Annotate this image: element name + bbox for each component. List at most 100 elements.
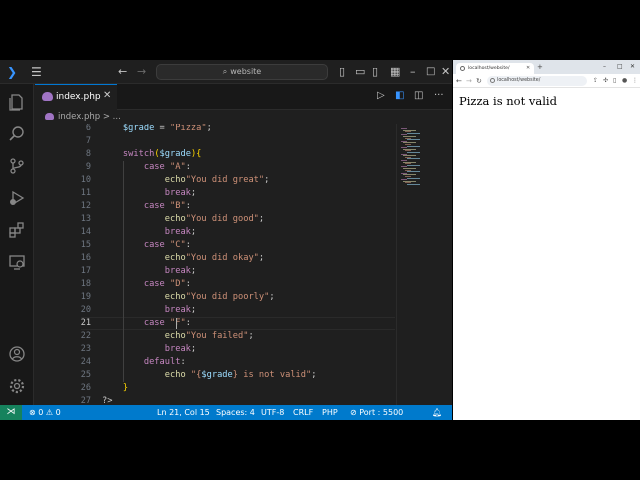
code-line: ?> — [102, 395, 112, 405]
code-line: echo"You did great"; — [102, 174, 270, 187]
minimap[interactable] — [396, 124, 452, 405]
maximize-icon[interactable]: □ — [426, 65, 435, 79]
toggle-secondary-sidebar-icon[interactable]: ▯ — [372, 65, 378, 79]
line-number: 14 — [80, 227, 91, 237]
code-token: : — [185, 279, 191, 289]
indentation[interactable]: Spaces: 4 — [216, 405, 255, 420]
code-line: $grade = "Pizza"; — [102, 124, 212, 135]
minimap-line — [407, 152, 420, 153]
forward-icon[interactable]: → — [466, 76, 472, 86]
code-token: { — [196, 149, 202, 159]
close-icon[interactable]: ✕ — [630, 62, 635, 71]
minimap-line — [407, 145, 420, 147]
code-line: break; — [102, 265, 196, 278]
address-url: localhost/website/ — [497, 78, 541, 83]
cursor-position[interactable]: Ln 21, Col 15 — [157, 405, 210, 420]
code-token: "A" — [170, 162, 186, 172]
code-token: : — [180, 357, 186, 367]
line-number: 15 — [80, 240, 91, 250]
browser-toolbar: ← → ↻ localhost/website/ ⇪ ✣ ▯ ● ⋮ — [453, 74, 640, 88]
toggle-panel-icon[interactable]: ▭ — [355, 65, 365, 79]
code-token: ; — [258, 253, 265, 263]
code-token: echo — [102, 292, 186, 302]
breadcrumb-file[interactable]: index.php > ... — [58, 111, 121, 123]
code-token: default — [102, 357, 181, 367]
minimize-icon[interactable]: – — [603, 62, 606, 71]
line-number: 16 — [80, 253, 91, 263]
account-icon[interactable] — [7, 344, 27, 364]
command-center-search[interactable]: ⌕ website — [156, 64, 328, 80]
minimap-line — [407, 139, 420, 141]
forward-arrow-icon[interactable]: → — [137, 65, 146, 79]
code-token: switch — [102, 149, 155, 159]
code-token: echo — [102, 253, 186, 263]
back-icon[interactable]: ← — [456, 76, 462, 86]
browser-page: Pizza is not valid — [453, 89, 640, 420]
code-line: case "B": — [102, 200, 191, 213]
browser-tab[interactable]: localhost/website/ ✕ — [456, 63, 534, 74]
minimap-line — [407, 132, 420, 134]
code-token: } is not valid" — [232, 370, 312, 380]
code-token: ; — [190, 305, 197, 315]
language-mode[interactable]: PHP — [322, 405, 338, 420]
code-token: case — [102, 318, 170, 328]
extensions-icon[interactable] — [7, 220, 27, 240]
maximize-icon[interactable]: □ — [617, 62, 623, 71]
run-debug-icon[interactable] — [7, 188, 27, 208]
profile-icon[interactable]: ● — [622, 76, 627, 86]
minimize-icon[interactable]: – — [410, 65, 416, 79]
browser-menu-icon[interactable]: ⋮ — [632, 76, 638, 86]
site-info-icon[interactable] — [490, 78, 495, 83]
search-icon[interactable] — [7, 124, 27, 144]
notifications-bell-icon[interactable]: 🔔︎ — [432, 405, 442, 420]
encoding[interactable]: UTF-8 — [261, 405, 284, 420]
toggle-sidebar-icon[interactable]: ▯ — [339, 65, 345, 79]
explorer-icon[interactable] — [7, 92, 27, 112]
sidepanel-icon[interactable]: ▯ — [613, 76, 616, 86]
source-control-icon[interactable] — [7, 156, 27, 176]
split-editor-icon[interactable]: ◫ — [414, 90, 423, 102]
code-line: echo"You failed"; — [102, 330, 254, 343]
more-icon[interactable]: ··· — [434, 90, 444, 102]
code-token: : — [185, 318, 191, 328]
code-line: default: — [102, 356, 186, 369]
line-number: 21 — [80, 318, 91, 328]
code-token: "You did poorly" — [185, 292, 270, 302]
code-token: case — [102, 162, 170, 172]
extensions-icon[interactable]: ✣ — [603, 76, 608, 86]
live-server-port[interactable]: ⊘ Port : 5500 — [350, 405, 403, 420]
status-bar: ⋊ ⊗ 0 ⚠ 0 Ln 21, Col 15 Spaces: 4 UTF-8 … — [0, 405, 452, 420]
line-number: 12 — [80, 201, 91, 211]
code-token: ; — [190, 266, 197, 276]
line-number: 20 — [80, 305, 91, 315]
share-icon[interactable]: ⇪ — [593, 76, 598, 86]
settings-gear-icon[interactable] — [7, 376, 27, 396]
code-line: } — [102, 382, 128, 395]
problems-status[interactable]: ⊗ 0 ⚠ 0 — [29, 405, 61, 420]
code-token: ; — [258, 214, 265, 224]
code-token: ; — [190, 344, 197, 354]
remote-explorer-icon[interactable] — [7, 252, 27, 272]
go-live-icon[interactable]: ◧ — [395, 90, 404, 102]
close-tab-icon[interactable]: ✕ — [526, 64, 530, 73]
close-icon[interactable]: ✕ — [441, 65, 450, 79]
close-tab-icon[interactable]: ✕ — [103, 90, 111, 102]
code-token: "You did good" — [185, 214, 259, 224]
reload-icon[interactable]: ↻ — [476, 76, 482, 86]
line-number: 8 — [85, 149, 91, 159]
run-icon[interactable]: ▷ — [377, 90, 385, 102]
indent-guide — [123, 161, 124, 382]
code-editor[interactable]: 6 7 8 9 10 11 12 13 14 15 16 17 18 19 20 21 22 23 24 25 26 27… — [35, 124, 395, 405]
new-tab-icon[interactable]: + — [537, 63, 543, 72]
menu-icon[interactable]: ☰ — [31, 65, 42, 79]
browser-tab-title: localhost/website/ — [468, 66, 510, 71]
tab-index-php[interactable]: index.php ✕ — [35, 84, 117, 110]
code-token: echo — [102, 331, 186, 341]
end-of-line[interactable]: CRLF — [293, 405, 313, 420]
address-bar[interactable]: localhost/website/ — [487, 76, 587, 86]
remote-indicator-icon[interactable]: ⋊ — [0, 405, 22, 420]
back-arrow-icon[interactable]: ← — [118, 65, 127, 79]
customize-layout-icon[interactable]: ▦ — [390, 65, 400, 79]
code-line: echo "{$grade} is not valid"; — [102, 369, 317, 382]
code-token: "B" — [170, 201, 186, 211]
